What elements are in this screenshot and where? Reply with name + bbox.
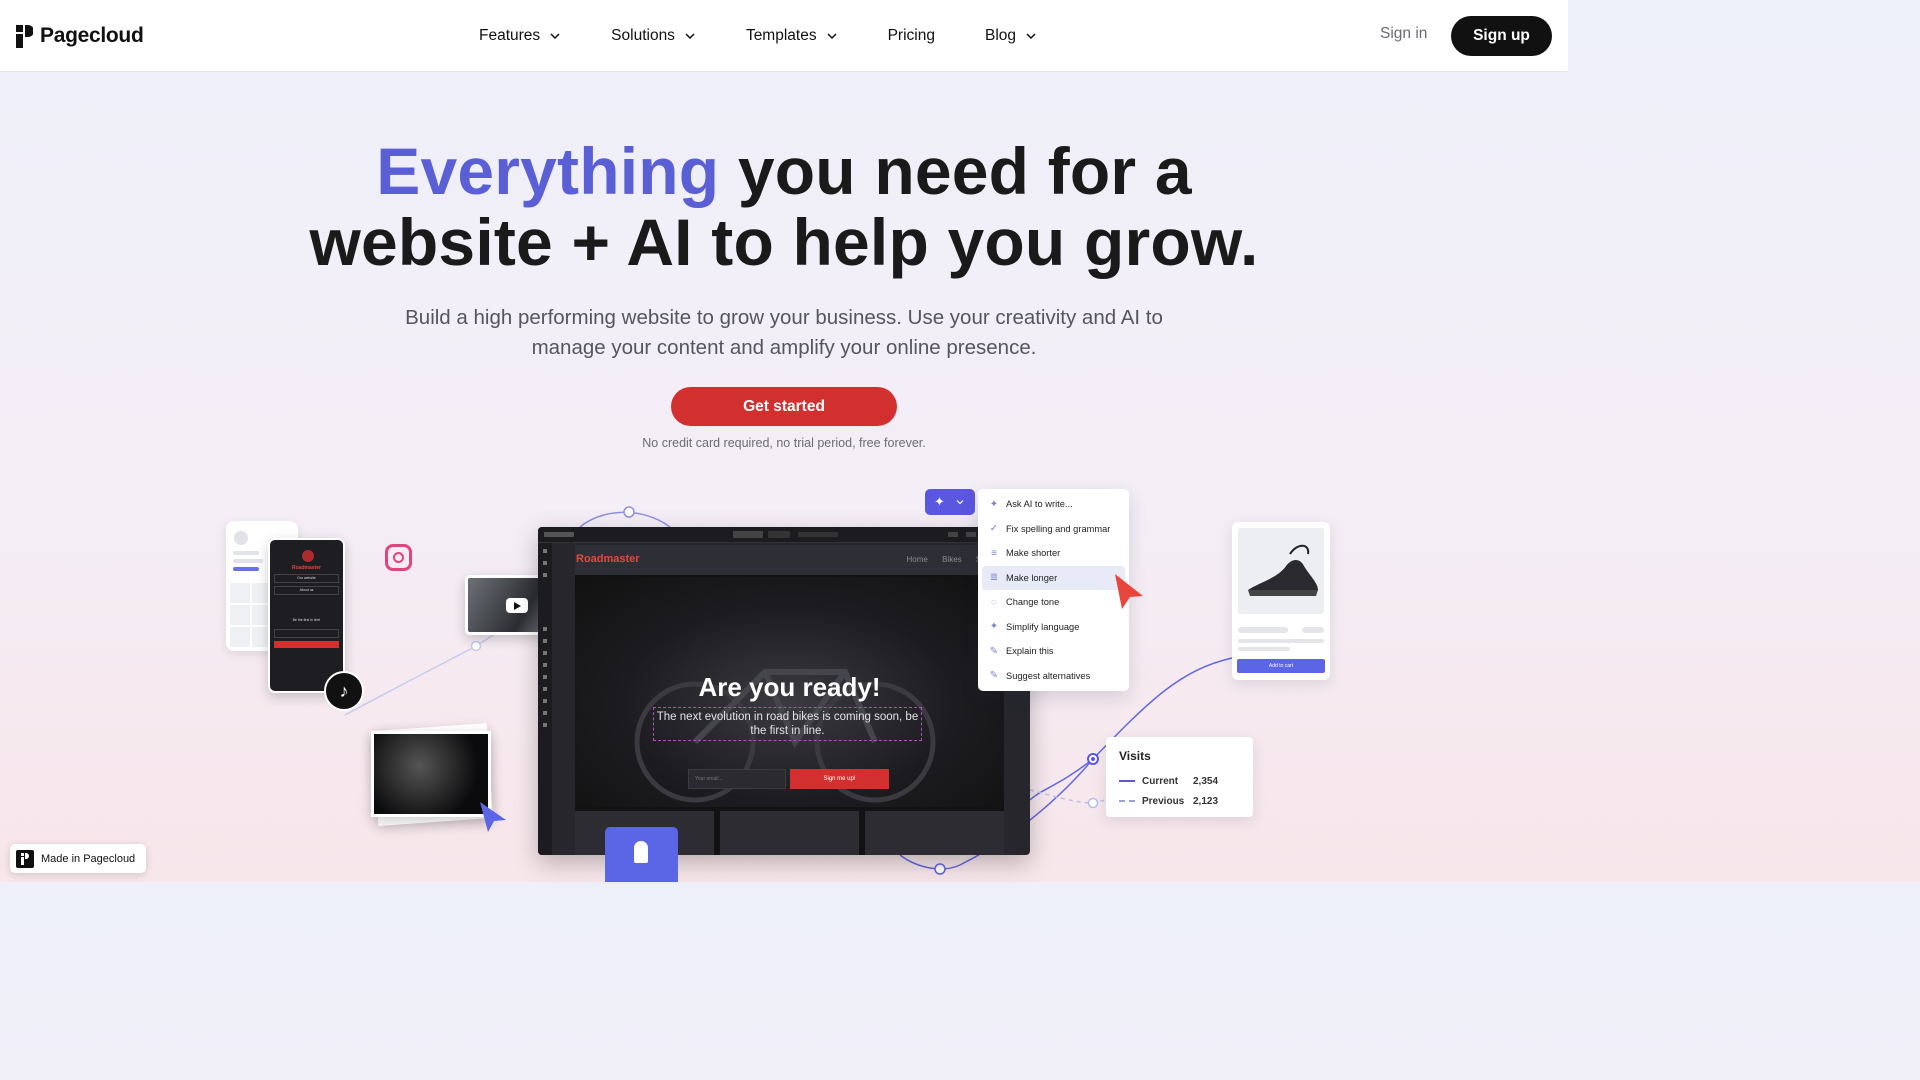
dashed-line-icon	[1119, 800, 1135, 802]
phone-brand: Roadmaster	[292, 565, 321, 571]
editor-canvas: Roadmaster Home Bikes Store Are you read…	[575, 545, 1004, 855]
sparkle-icon: ✦	[989, 498, 999, 510]
instagram-icon	[385, 544, 412, 571]
phone-row: About us	[274, 586, 339, 595]
sneaker-icon	[1248, 544, 1318, 596]
site-brand: Roadmaster	[576, 553, 640, 565]
ai-menu-item-ask[interactable]: ✦ Ask AI to write...	[978, 492, 1129, 517]
visits-label: Previous	[1142, 795, 1185, 807]
short-lines-icon: ≡	[991, 547, 997, 559]
product-line	[1302, 627, 1324, 633]
ai-menu-label: Suggest alternatives	[1006, 670, 1091, 681]
sparkle-icon: ✦	[934, 494, 945, 509]
pencil-icon: ✎	[989, 670, 999, 682]
ai-menu-item-fix-spelling[interactable]: ✓ Fix spelling and grammar	[978, 517, 1129, 542]
phone-row: Our website	[274, 574, 339, 583]
sparkle-icon: ✦	[989, 621, 999, 633]
product-line	[1238, 647, 1290, 651]
ai-menu-item-shorter[interactable]: ≡ Make shorter	[978, 541, 1129, 566]
ai-menu-label: Simplify language	[1006, 621, 1080, 632]
editor-toolbar	[538, 527, 1030, 543]
site-signup-button: Sign me up!	[790, 769, 889, 789]
visits-label: Current	[1142, 775, 1179, 787]
site-email-input: Your email...	[688, 769, 786, 789]
ai-menu-item-simplify[interactable]: ✦ Simplify language	[978, 615, 1129, 640]
photo-card	[371, 731, 491, 817]
editor-mockup: Roadmaster Home Bikes Store Are you read…	[538, 527, 1030, 855]
red-cursor-icon	[1115, 574, 1143, 609]
tiktok-icon: ♪	[324, 671, 364, 711]
ai-menu: ✦ Ask AI to write... ✓ Fix spelling and gr…	[978, 489, 1129, 691]
product-card: Add to cart	[1232, 522, 1330, 680]
rocket-card	[605, 827, 678, 882]
ai-button[interactable]: ✦	[925, 489, 975, 515]
visits-value: 2,123	[1193, 795, 1219, 807]
sidebar-tool-icons	[543, 549, 547, 727]
chevron-down-icon	[956, 500, 964, 505]
visits-card: Visits Current 2,354 Previous 2,123	[1106, 737, 1253, 817]
add-to-cart-button: Add to cart	[1237, 659, 1325, 673]
ai-menu-label: Make shorter	[1006, 548, 1061, 559]
ai-menu-label: Make longer	[1006, 572, 1058, 583]
ai-menu-item-tone[interactable]: ◌ Change tone	[978, 590, 1129, 615]
blue-cursor-icon	[480, 802, 506, 832]
ai-menu-label: Change tone	[1006, 597, 1060, 608]
toolbar-icons	[544, 531, 976, 538]
ai-menu-item-alternatives[interactable]: ✎ Suggest alternatives	[978, 664, 1129, 689]
long-lines-icon: ≣	[989, 572, 999, 584]
site-headline: Are you ready!	[698, 672, 881, 702]
check-icon: ✓	[989, 523, 999, 535]
phone-row: Be the first in line!	[292, 618, 321, 622]
phone-button	[274, 641, 339, 648]
bike-logo-icon	[302, 550, 314, 562]
tone-icon: ◌	[991, 596, 997, 608]
ai-menu-item-explain[interactable]: ✎ Explain this	[978, 639, 1129, 664]
pagecloud-logo-icon	[16, 849, 34, 868]
rocket-icon	[634, 841, 648, 863]
visits-title: Visits	[1119, 749, 1151, 763]
site-paragraph: The next evolution in road bikes is comi…	[653, 707, 922, 741]
phone-mockup: Roadmaster Our website About us Be the f…	[268, 538, 345, 693]
solid-line-icon	[1119, 780, 1135, 782]
site-nav: Roadmaster Home Bikes Store	[575, 545, 1004, 575]
product-line	[1238, 639, 1324, 643]
editor-sidebar	[538, 543, 552, 855]
pencil-icon: ✎	[989, 645, 999, 657]
visits-value: 2,354	[1193, 775, 1219, 787]
ai-menu-item-longer[interactable]: ≣ Make longer	[982, 565, 1125, 590]
ai-menu-label: Fix spelling and grammar	[1006, 523, 1111, 534]
play-icon	[506, 598, 528, 613]
badge-label: Made in Pagecloud	[41, 852, 136, 865]
visits-row-previous: Previous 2,123	[1119, 791, 1240, 811]
site-hero: Are you ready! The next evolution in roa…	[575, 577, 1004, 807]
visits-row-current: Current 2,354	[1119, 771, 1240, 791]
phone-row	[274, 629, 339, 638]
product-image	[1238, 528, 1324, 614]
made-in-pagecloud-badge[interactable]: Made in Pagecloud	[10, 844, 146, 873]
ai-menu-label: Explain this	[1006, 646, 1054, 657]
ai-menu-label: Ask AI to write...	[1006, 499, 1073, 510]
product-line	[1238, 627, 1288, 633]
